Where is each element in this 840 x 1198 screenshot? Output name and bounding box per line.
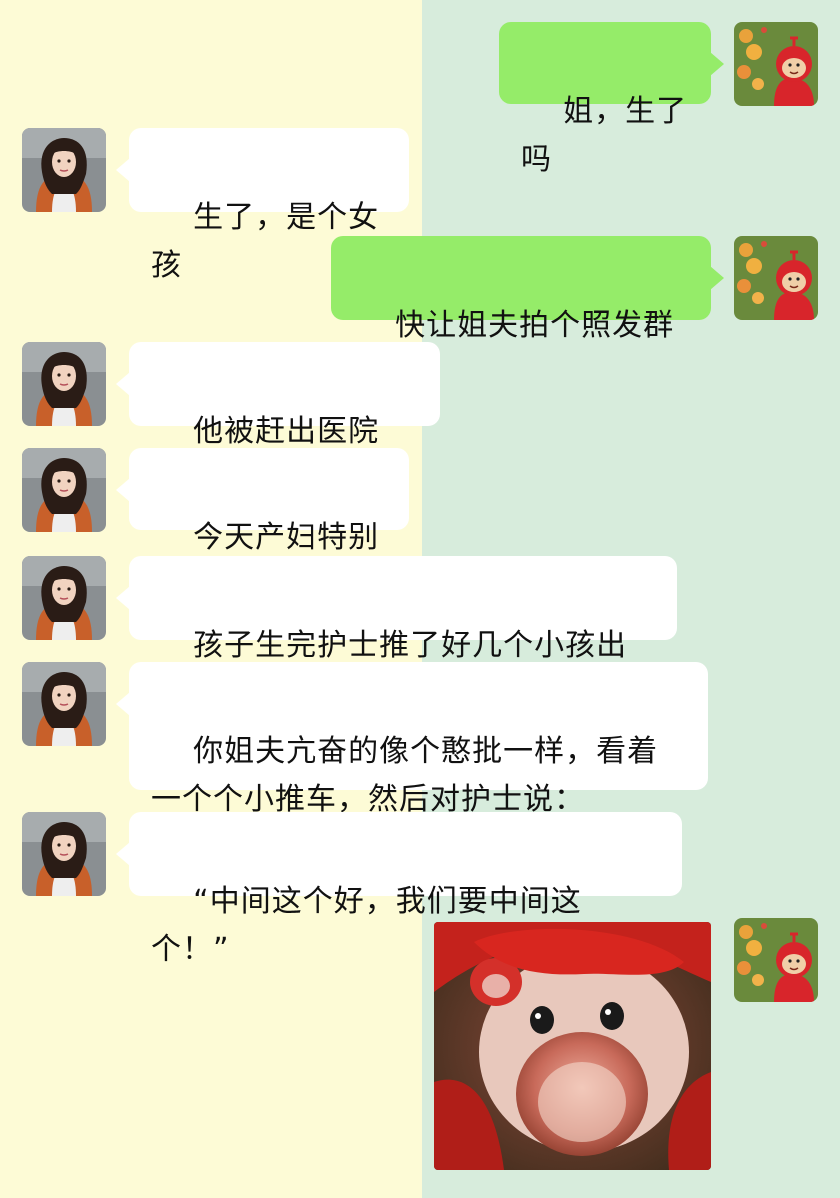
incoming-message-bubble[interactable]: 孩子生完护士推了好几个小孩出来 [116, 556, 677, 711]
contact-avatar[interactable] [22, 812, 106, 896]
screaming-hamster-sticker[interactable] [434, 922, 711, 1170]
outgoing-message-bubble[interactable]: 快让姐夫拍个照发群里 [331, 236, 724, 391]
sticker-image [434, 922, 711, 1170]
contact-avatar[interactable] [22, 662, 106, 746]
girl-portrait-avatar-image [22, 812, 106, 896]
incoming-message-bubble[interactable]: 生了，是个女孩 [116, 128, 409, 283]
girl-portrait-avatar-image [22, 448, 106, 532]
contact-avatar[interactable] [22, 342, 106, 426]
red-teletubby-avatar-image [734, 22, 818, 106]
incoming-message-bubble[interactable]: 他被赶出医院了... [116, 342, 440, 497]
message-text: 你姐夫亢奋的像个憨批一样，看着 一个个小推车，然后对护士说： [151, 734, 659, 817]
red-teletubby-avatar-image [734, 236, 818, 320]
outgoing-message-bubble[interactable]: 姐，生了吗 [499, 22, 724, 177]
self-avatar[interactable] [734, 22, 818, 106]
incoming-message-bubble[interactable]: 你姐夫亢奋的像个憨批一样，看着 一个个小推车，然后对护士说： [116, 662, 708, 817]
self-avatar[interactable] [734, 918, 818, 1002]
contact-avatar[interactable] [22, 128, 106, 212]
contact-avatar[interactable] [22, 448, 106, 532]
red-teletubby-avatar-image [734, 918, 818, 1002]
girl-portrait-avatar-image [22, 556, 106, 640]
girl-portrait-avatar-image [22, 342, 106, 426]
girl-portrait-avatar-image [22, 128, 106, 212]
girl-portrait-avatar-image [22, 662, 106, 746]
contact-avatar[interactable] [22, 556, 106, 640]
self-avatar[interactable] [734, 236, 818, 320]
incoming-message-bubble[interactable]: “中间这个好，我们要中间这个！” [116, 812, 682, 967]
incoming-message-bubble[interactable]: 今天产妇特别多 [116, 448, 409, 603]
